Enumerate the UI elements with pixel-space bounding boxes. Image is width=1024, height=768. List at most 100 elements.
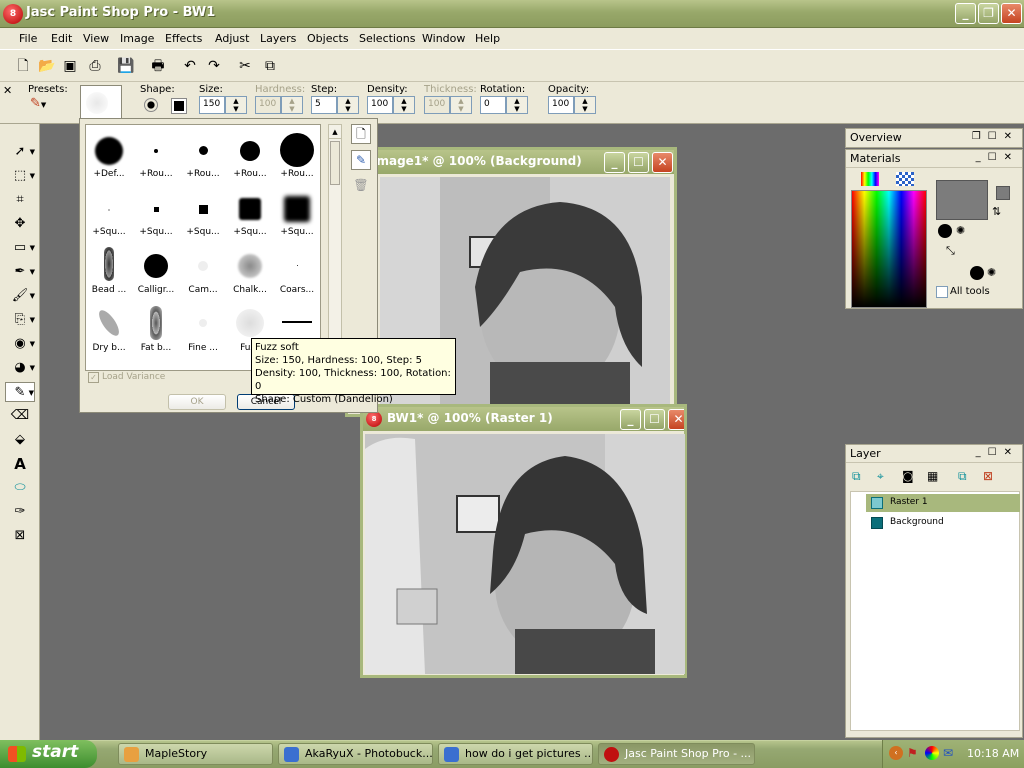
swap-materials-icon[interactable]: ⤡ — [946, 244, 955, 258]
rotation-spinner[interactable]: ▲ ▼ — [506, 96, 528, 114]
brush-tip-item[interactable]: +Squ... — [274, 183, 320, 241]
save-icon[interactable]: 💾 — [115, 55, 137, 77]
task-paint-shop-pro[interactable]: Jasc Paint Shop Pro - ... — [598, 743, 755, 765]
fill-tool-icon[interactable]: ⬙ — [5, 430, 35, 450]
maximize-button[interactable]: ☐ — [628, 152, 649, 173]
opacity-spinner[interactable]: ▲ ▼ — [574, 96, 596, 114]
brush-tip-item[interactable]: Bead ... — [86, 241, 132, 299]
layer-row-raster1[interactable]: Raster 1 — [866, 494, 1020, 512]
task-maplestory[interactable]: MapleStory — [118, 743, 273, 765]
close-button[interactable]: ✕ — [668, 409, 684, 430]
brush-tip-item[interactable]: +Squ... — [86, 183, 132, 241]
density-spinner[interactable]: ▲ ▼ — [393, 96, 415, 114]
tray-network-icon[interactable]: ✉ — [943, 746, 953, 760]
menu-edit[interactable]: Edit — [51, 32, 72, 45]
tray-app-icon[interactable]: ⚑ — [907, 746, 918, 760]
restore-button[interactable]: ❐ — [978, 3, 999, 24]
rotation-field[interactable]: 0 — [480, 96, 506, 114]
thickness-field[interactable]: 100 — [424, 96, 450, 114]
copy-icon[interactable]: ⧉ — [259, 55, 281, 77]
palette-controls[interactable]: ❐☐✕ — [972, 131, 1019, 142]
presets-dropdown[interactable]: ✎▼ — [30, 96, 58, 116]
menu-help[interactable]: Help — [475, 32, 500, 45]
overview-palette[interactable]: Overview ❐☐✕ — [845, 128, 1023, 148]
menu-view[interactable]: View — [83, 32, 109, 45]
size-field[interactable]: 150 — [199, 96, 225, 114]
brush-tip-item[interactable]: Dry b... — [86, 299, 132, 357]
open-icon[interactable]: 📂 — [36, 55, 58, 77]
size-spinner[interactable]: ▲ ▼ — [225, 96, 247, 114]
color-replacer-icon[interactable]: ◕ ▼ — [5, 358, 35, 378]
delete-layer-icon[interactable]: ⊠ — [983, 469, 993, 483]
shape-tool-icon[interactable]: ⬭ — [5, 478, 35, 498]
retouch-tool-icon[interactable]: ◉ ▼ — [5, 334, 35, 354]
brush-tip-item[interactable]: Fat b... — [133, 299, 179, 357]
dropper-icon[interactable]: ✑ — [5, 502, 35, 522]
tray-expand-icon[interactable]: ‹ — [889, 746, 903, 760]
undo-icon[interactable]: ↶ — [179, 55, 201, 77]
scroll-thumb[interactable] — [330, 141, 340, 185]
image-window-title[interactable]: 8 Image1* @ 100% (Background) _ ☐ ✕ — [348, 150, 674, 174]
paint-brush-tool-icon[interactable]: 🖌 ▼ — [5, 286, 35, 306]
minimize-button[interactable]: _ — [620, 409, 641, 430]
brush-tip-item[interactable]: +Rou... — [180, 125, 226, 183]
all-tools-checkbox[interactable] — [936, 286, 948, 298]
close-button[interactable]: ✕ — [652, 152, 673, 173]
brush-list-scrollbar[interactable]: ▲ — [328, 124, 342, 371]
dropper-tool-icon[interactable]: ▭ ▼ — [5, 238, 35, 258]
brush-tip-item[interactable]: Fine ... — [180, 299, 226, 357]
brush-tip-item[interactable]: Chalk... — [227, 241, 273, 299]
square-shape-button[interactable] — [171, 98, 187, 114]
scroll-up-arrow[interactable]: ▲ — [329, 125, 341, 139]
layer-row-background[interactable]: Background — [866, 514, 1020, 532]
round-shape-button[interactable] — [144, 98, 158, 112]
deform-tool-icon[interactable]: ⊠ — [5, 526, 35, 546]
brush-tip-item[interactable]: +Squ... — [133, 183, 179, 241]
clone-tool-icon[interactable]: ⎘ ▼ — [5, 310, 35, 330]
close-options-icon[interactable]: ✕ — [3, 84, 12, 97]
new-brush-icon[interactable]: 🗋 — [351, 124, 371, 144]
crop-tool-icon[interactable]: ⌗ — [5, 190, 35, 210]
brush-tip-item[interactable]: +Rou... — [274, 125, 320, 183]
brush-tip-item[interactable]: +Squ... — [180, 183, 226, 241]
move-tool-icon[interactable]: ✥ — [5, 214, 35, 234]
duplicate-layer-icon[interactable]: ⧉ — [958, 469, 967, 484]
palette-controls[interactable]: _☐✕ — [976, 447, 1019, 458]
tray-browser-icon[interactable] — [925, 746, 939, 760]
menu-selections[interactable]: Selections — [359, 32, 415, 45]
brush-tip-item[interactable]: +Squ... — [227, 183, 273, 241]
cut-icon[interactable]: ✂ — [234, 55, 256, 77]
new-vector-layer-icon[interactable]: ⌖ — [877, 469, 884, 484]
texture-icon[interactable]: ✺ — [956, 224, 965, 237]
thickness-spinner[interactable]: ▲ ▼ — [450, 96, 472, 114]
step-field[interactable]: 5 — [311, 96, 337, 114]
opacity-field[interactable]: 100 — [548, 96, 574, 114]
brush-tip-item[interactable]: Cam... — [180, 241, 226, 299]
minimize-button[interactable]: _ — [604, 152, 625, 173]
selection-tool-icon[interactable]: ⬚ ▼ — [5, 166, 35, 186]
background-texture-icon[interactable]: ✺ — [987, 266, 996, 279]
brush-tip-item[interactable]: +Def... — [86, 125, 132, 183]
new-raster-layer-icon[interactable]: ⧉ — [852, 469, 861, 484]
menu-adjust[interactable]: Adjust — [215, 32, 249, 45]
foreground-color-swatch[interactable] — [936, 180, 988, 220]
hardness-spinner[interactable]: ▲ ▼ — [281, 96, 303, 114]
menu-file[interactable]: File — [19, 32, 37, 45]
paint-shop-pro-icon[interactable]: 8 — [3, 4, 23, 24]
rainbow-tab-icon[interactable] — [861, 172, 879, 186]
brush-tip-selector[interactable] — [80, 85, 122, 121]
background-color-swatch[interactable] — [996, 186, 1010, 200]
menu-objects[interactable]: Objects — [307, 32, 349, 45]
close-button[interactable]: ✕ — [1001, 3, 1022, 24]
background-style-icon[interactable] — [970, 266, 984, 280]
ok-button[interactable]: OK — [168, 394, 226, 410]
new-mask-layer-icon[interactable]: ◙ — [902, 469, 914, 483]
pen-tool-icon[interactable]: ✒ ▼ — [5, 262, 35, 282]
brush-tip-item[interactable]: Calligr... — [133, 241, 179, 299]
hardness-field[interactable]: 100 — [255, 96, 281, 114]
eraser-tool-icon[interactable]: ⌫ — [5, 406, 35, 426]
menu-image[interactable]: Image — [120, 32, 154, 45]
density-field[interactable]: 100 — [367, 96, 393, 114]
materials-palette[interactable]: Materials _☐✕ ⇅ ✺ ⤡ ✺ All tools — [845, 149, 1023, 309]
task-browser[interactable]: how do i get pictures ... — [438, 743, 593, 765]
